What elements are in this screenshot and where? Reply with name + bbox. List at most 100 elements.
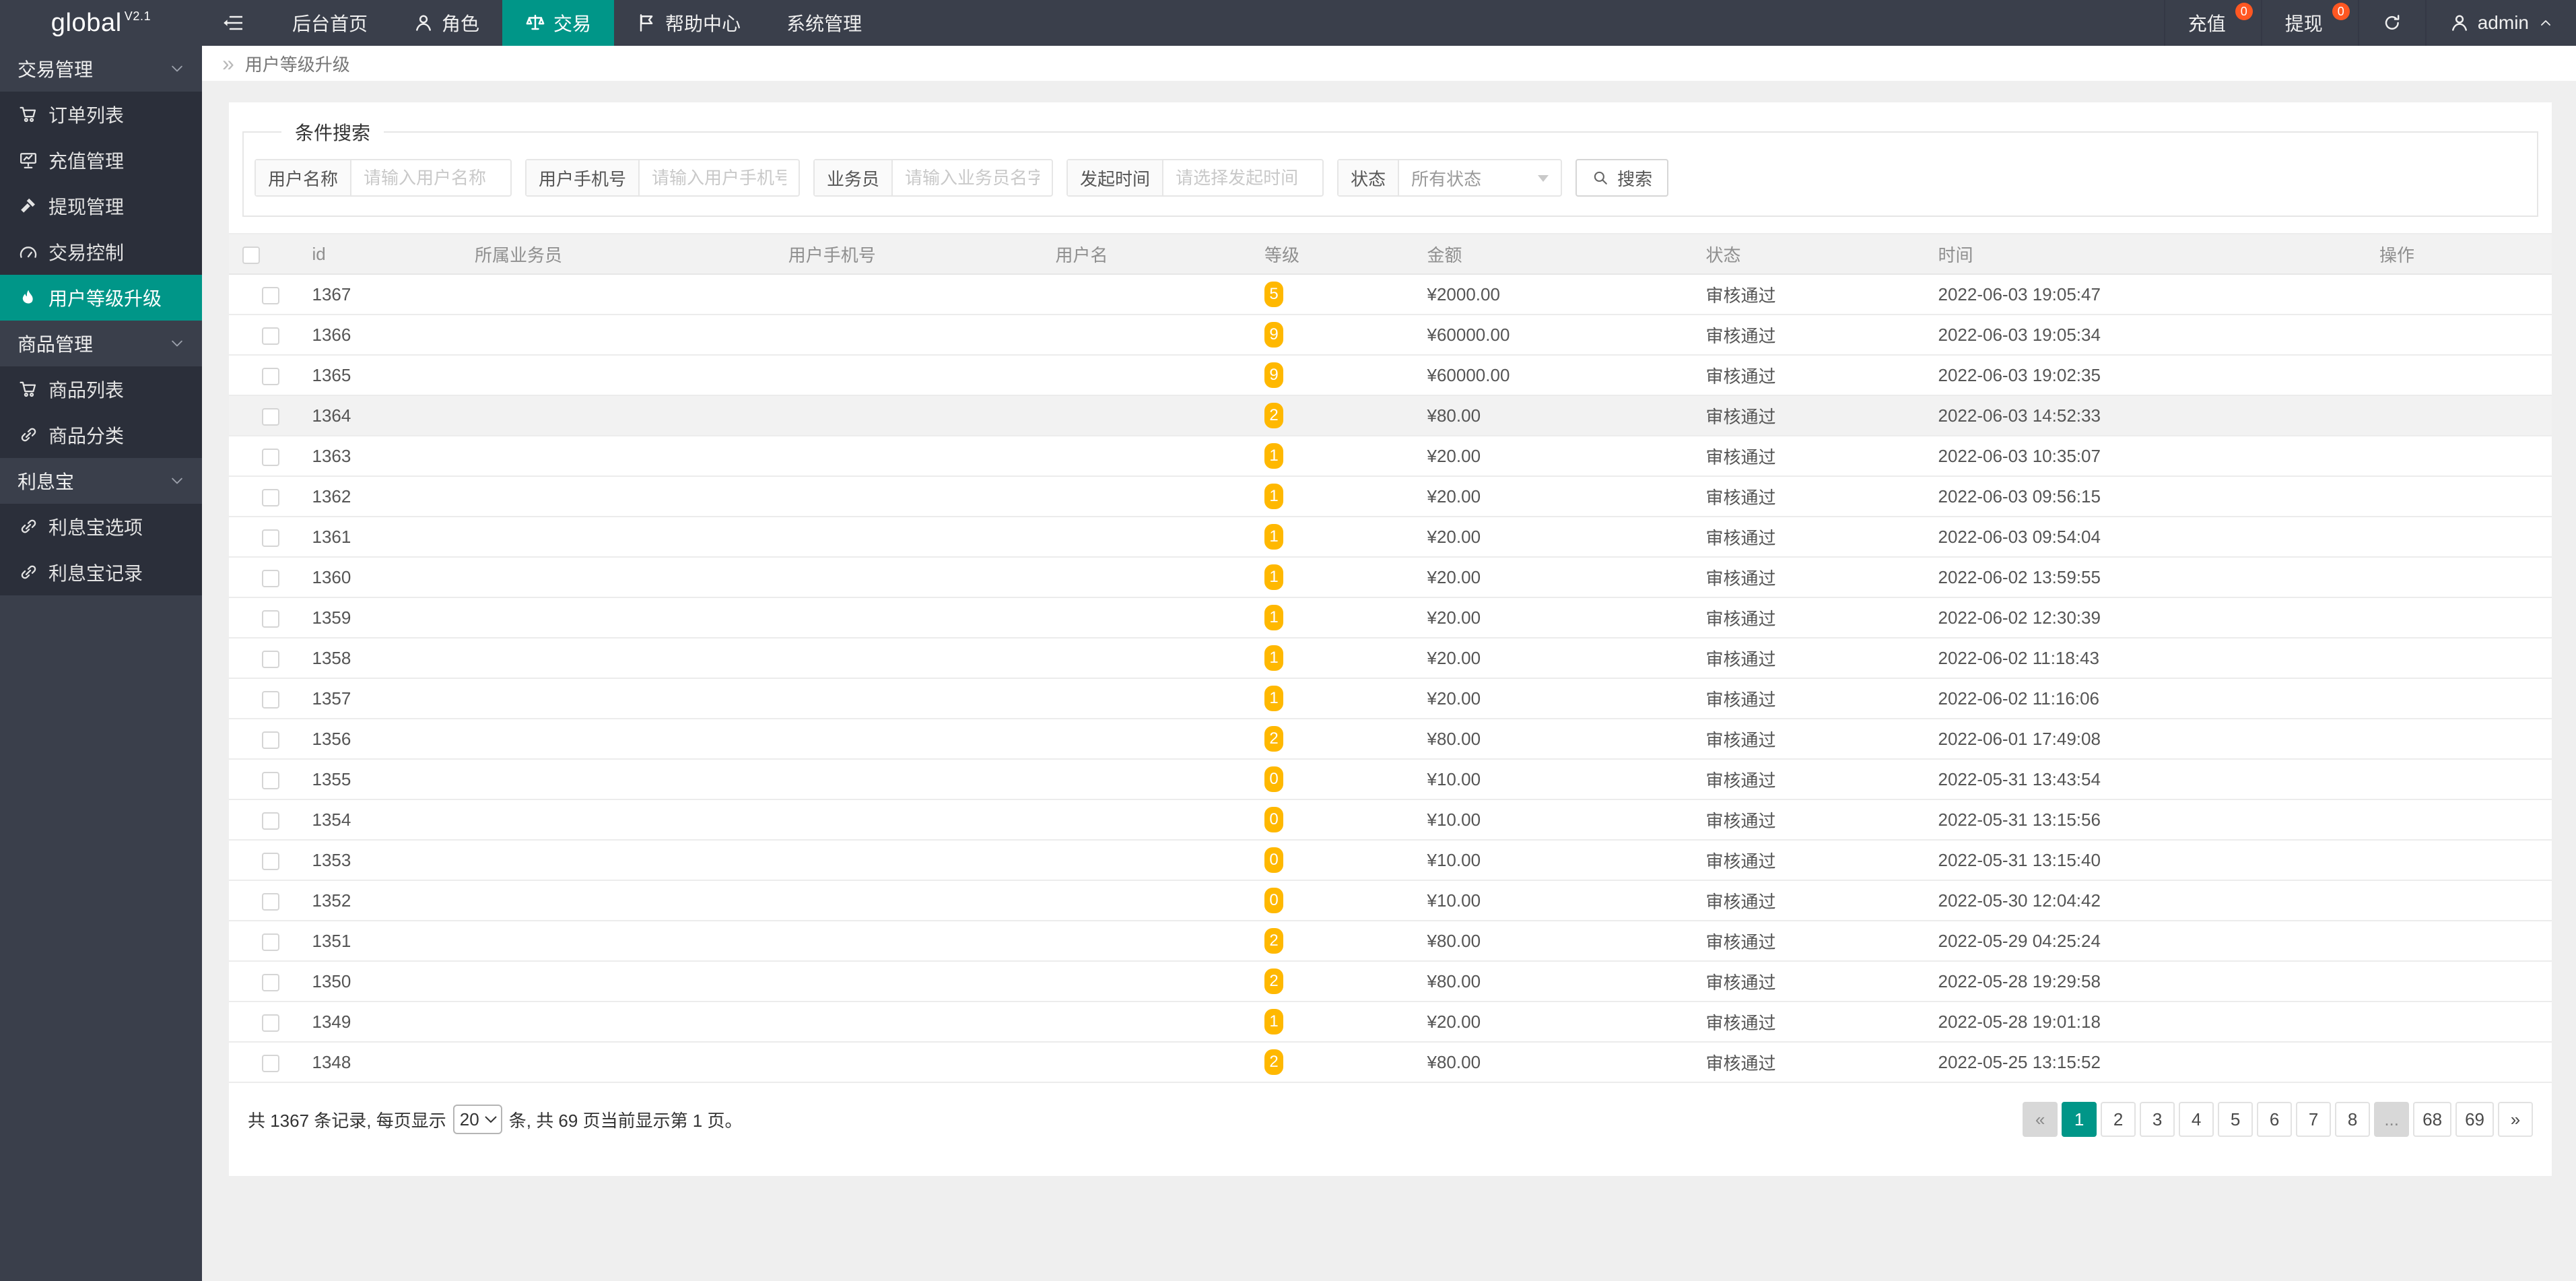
sidebar-item-interestbao-records[interactable]: 利息宝记录	[0, 550, 202, 595]
refresh-button[interactable]	[2358, 0, 2425, 46]
row-checkbox[interactable]	[262, 933, 279, 951]
row-checkbox[interactable]	[262, 449, 279, 466]
sidebar-group-goods-management[interactable]: 商品管理	[0, 321, 202, 366]
topnav-recharge-button[interactable]: 充值0	[2164, 0, 2261, 46]
search-button-label: 搜索	[1617, 166, 1652, 191]
column-header-agent: 所属业务员	[461, 234, 775, 274]
pagination-next[interactable]: »	[2498, 1102, 2533, 1137]
sidebar-item-recharge-management[interactable]: 充值管理	[0, 137, 202, 183]
pagination-page-68[interactable]: 68	[2413, 1102, 2451, 1137]
cell-amount: ¥20.00	[1414, 476, 1693, 517]
cell-amount: ¥10.00	[1414, 759, 1693, 799]
level-badge: 2	[1264, 726, 1283, 752]
app-version: V2.1	[125, 9, 151, 24]
sidebar-toggle-button[interactable]	[202, 0, 269, 46]
topnav-item-trade[interactable]: 交易	[502, 0, 614, 46]
pagination-page-3[interactable]: 3	[2140, 1102, 2175, 1137]
sidebar-item-withdraw-management[interactable]: 提现管理	[0, 183, 202, 229]
row-checkbox[interactable]	[262, 368, 279, 385]
row-checkbox-cell	[229, 678, 299, 719]
username-name-input[interactable]	[351, 160, 510, 195]
start-time-input[interactable]	[1163, 160, 1322, 195]
cell-amount: ¥80.00	[1414, 719, 1693, 759]
row-checkbox[interactable]	[262, 1014, 279, 1032]
cell-id: 1367	[299, 274, 462, 315]
sidebar-item-goods-category[interactable]: 商品分类	[0, 412, 202, 458]
level-badge: 5	[1264, 282, 1283, 307]
table-row: 13581¥20.00审核通过2022-06-02 11:18:43	[229, 638, 2552, 678]
sidebar-item-user-level-upgrade[interactable]: 用户等级升级	[0, 275, 202, 321]
cell-agent	[461, 597, 775, 638]
row-checkbox[interactable]	[262, 610, 279, 628]
select-all-checkbox[interactable]	[242, 247, 260, 264]
cell-status: 审核通过	[1693, 678, 1925, 719]
row-checkbox[interactable]	[262, 691, 279, 709]
pagination-page-69[interactable]: 69	[2455, 1102, 2494, 1137]
sidebar-item-trade-control[interactable]: 交易控制	[0, 229, 202, 275]
cell-level: 2	[1251, 961, 1414, 1001]
row-checkbox[interactable]	[262, 408, 279, 426]
cell-status: 审核通过	[1693, 274, 1925, 315]
search-button[interactable]: 搜索	[1575, 159, 1668, 197]
cell-username	[1042, 961, 1252, 1001]
topnav-item-help-center[interactable]: 帮助中心	[614, 0, 764, 46]
cell-amount: ¥2000.00	[1414, 274, 1693, 315]
sidebar-group-interest-bao[interactable]: 利息宝	[0, 458, 202, 504]
cell-time: 2022-05-25 13:15:52	[1925, 1042, 2367, 1082]
pagination-page-6[interactable]: 6	[2257, 1102, 2292, 1137]
row-checkbox-cell	[229, 759, 299, 799]
header-checkbox-cell	[229, 234, 299, 274]
topnav-item-system[interactable]: 系统管理	[764, 0, 885, 46]
row-checkbox[interactable]	[262, 853, 279, 870]
cell-id: 1355	[299, 759, 462, 799]
cell-id: 1363	[299, 436, 462, 476]
row-checkbox[interactable]	[262, 327, 279, 345]
row-checkbox[interactable]	[262, 893, 279, 911]
records-summary-suffix: 条, 共 69 页当前显示第 1 页。	[509, 1107, 743, 1132]
row-checkbox[interactable]	[262, 529, 279, 547]
topnav-item-roles[interactable]: 角色	[391, 0, 502, 46]
pagination-page-2[interactable]: 2	[2101, 1102, 2136, 1137]
status-select[interactable]: 所有状态	[1399, 160, 1561, 195]
cell-phone	[775, 961, 1042, 1001]
pagination-page-8[interactable]: 8	[2335, 1102, 2370, 1137]
filter-label: 用户手机号	[527, 160, 640, 195]
table-row: 13601¥20.00审核通过2022-06-02 13:59:55	[229, 557, 2552, 597]
cell-username	[1042, 840, 1252, 880]
sidebar-item-goods-list[interactable]: 商品列表	[0, 366, 202, 412]
sidebar-item-interestbao-options[interactable]: 利息宝选项	[0, 504, 202, 550]
cell-ops	[2366, 436, 2552, 476]
row-checkbox[interactable]	[262, 1055, 279, 1072]
row-checkbox[interactable]	[262, 974, 279, 991]
level-badge: 1	[1264, 1009, 1283, 1034]
cell-ops	[2366, 759, 2552, 799]
row-checkbox[interactable]	[262, 772, 279, 789]
cell-status: 审核通过	[1693, 961, 1925, 1001]
table-row: 13530¥10.00审核通过2022-05-31 13:15:40	[229, 840, 2552, 880]
row-checkbox[interactable]	[262, 812, 279, 830]
cell-level: 2	[1251, 719, 1414, 759]
pagination-page-4[interactable]: 4	[2179, 1102, 2214, 1137]
chevron-down-icon	[1538, 175, 1549, 187]
user-menu[interactable]: admin	[2425, 0, 2576, 46]
pagination-page-1[interactable]: 1	[2062, 1102, 2097, 1137]
pagination-page-5[interactable]: 5	[2218, 1102, 2253, 1137]
row-checkbox-cell	[229, 1001, 299, 1042]
pagination-page-7[interactable]: 7	[2296, 1102, 2331, 1137]
salesman-input[interactable]	[893, 160, 1052, 195]
topnav-item-home[interactable]: 后台首页	[269, 0, 391, 46]
sidebar-item-order-list[interactable]: 订单列表	[0, 92, 202, 137]
table-row: 13512¥80.00审核通过2022-05-29 04:25:24	[229, 921, 2552, 961]
page-size-select[interactable]: 20	[453, 1105, 502, 1134]
row-checkbox[interactable]	[262, 287, 279, 304]
user-phone-input[interactable]	[640, 160, 799, 195]
sidebar-group-trade-management[interactable]: 交易管理	[0, 46, 202, 92]
row-checkbox[interactable]	[262, 651, 279, 668]
row-checkbox[interactable]	[262, 731, 279, 749]
topnav-withdraw-button[interactable]: 提现0	[2261, 0, 2358, 46]
row-checkbox[interactable]	[262, 489, 279, 506]
cell-level: 1	[1251, 436, 1414, 476]
row-checkbox[interactable]	[262, 570, 279, 587]
cell-agent	[461, 355, 775, 395]
sidebar-item-label: 充值管理	[48, 147, 124, 174]
